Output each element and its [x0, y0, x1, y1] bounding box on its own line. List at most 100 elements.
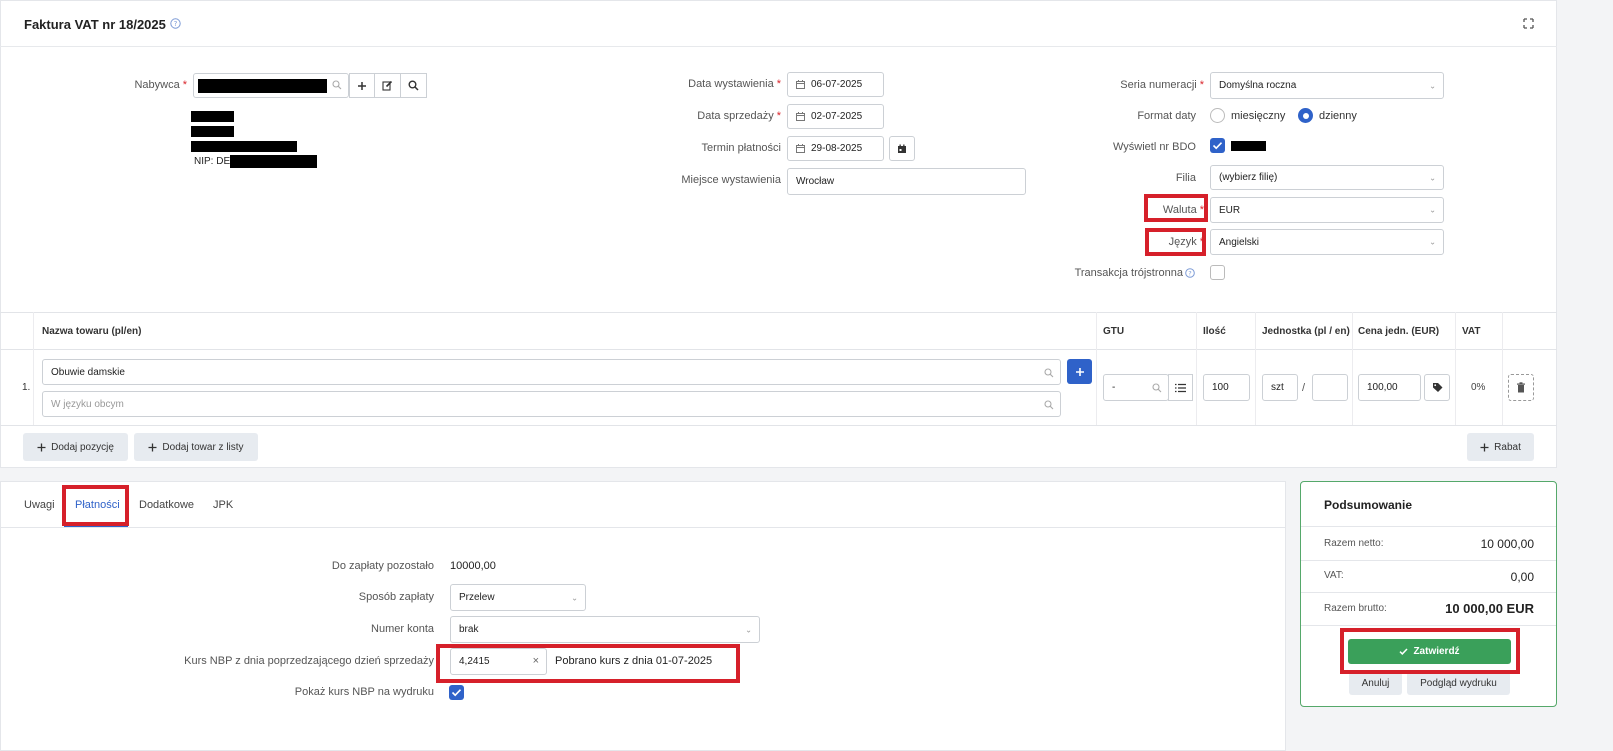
issue-date-label: Data wystawienia * — [688, 78, 781, 90]
svg-text:?: ? — [1188, 269, 1191, 277]
language-highlight — [1145, 228, 1206, 256]
help-icon[interactable]: ? — [170, 18, 181, 29]
tabs-divider — [0, 527, 1286, 528]
sale-date-input[interactable]: 02-07-2025 — [787, 104, 884, 129]
radio-monthly-label: miesięczny — [1231, 110, 1286, 122]
row-index: 1. — [22, 382, 31, 393]
currency-select[interactable]: EUR ⌄ — [1210, 197, 1444, 223]
edit-icon — [382, 80, 393, 91]
buyer-nip: NIP: DE — [194, 156, 231, 167]
discount-button[interactable]: Rabat — [1467, 433, 1534, 461]
tag-icon — [1432, 383, 1442, 392]
col-divider — [1455, 312, 1456, 425]
summary-divider — [1301, 526, 1556, 527]
cancel-button[interactable]: Anuluj — [1349, 672, 1402, 695]
account-number-select[interactable]: brak ⌄ — [450, 616, 760, 643]
branch-select[interactable]: (wybierz filię) ⌄ — [1210, 165, 1444, 190]
chevron-down-icon: ⌄ — [1429, 237, 1436, 247]
issue-place-label: Miejsce wystawienia — [681, 174, 781, 186]
bdo-label: Wyświetl nr BDO — [1112, 141, 1196, 153]
remaining-value: 10000,00 — [450, 560, 496, 572]
add-buyer-button[interactable] — [349, 73, 375, 98]
col-header-gtu: GTU — [1103, 326, 1125, 337]
series-select[interactable]: Domyślna roczna ⌄ — [1210, 72, 1444, 99]
check-icon — [451, 689, 462, 697]
add-position-button[interactable]: Dodaj pozycję — [23, 433, 128, 461]
net-value: 10 000,00 — [1480, 537, 1534, 551]
item-name-input[interactable]: Obuwie damskie — [42, 359, 1061, 385]
gtu-input[interactable]: - — [1103, 374, 1169, 401]
svg-text:?: ? — [174, 20, 178, 28]
table-divider-bottom — [0, 425, 1557, 426]
item-foreign-name-input[interactable]: W języku obcym — [42, 391, 1061, 417]
bdo-number-redacted — [1231, 141, 1266, 151]
radio-monthly[interactable] — [1210, 108, 1225, 123]
buyer-input[interactable] — [193, 73, 349, 98]
page-title: Faktura VAT nr 18/2025 — [24, 17, 166, 32]
net-label: Razem netto: — [1324, 538, 1384, 549]
tab-jpk[interactable]: JPK — [213, 499, 233, 511]
tab-additional[interactable]: Dodatkowe — [139, 499, 194, 511]
language-select[interactable]: Angielski ⌄ — [1210, 229, 1444, 255]
radio-daily[interactable] — [1298, 108, 1313, 123]
plus-icon — [358, 81, 366, 90]
date-format-label: Format daty — [1137, 110, 1196, 122]
confirm-highlight — [1340, 628, 1520, 674]
search-buyer-button[interactable] — [400, 73, 427, 98]
due-date-input[interactable]: 29-08-2025 — [787, 136, 884, 161]
summary-divider — [1301, 625, 1556, 626]
col-header-unit: Jednostka (pl / en) — [1262, 326, 1350, 337]
due-date-label: Termin płatności — [701, 142, 781, 154]
due-date-picker-button[interactable] — [889, 136, 915, 161]
vat-total-value: 0,00 — [1510, 570, 1534, 584]
header-divider — [0, 46, 1557, 47]
list-icon — [1175, 383, 1186, 392]
series-label: Seria numeracji * — [1120, 79, 1204, 91]
search-icon — [408, 80, 419, 91]
issue-date-input[interactable]: 06-07-2025 — [787, 72, 884, 97]
chevron-down-icon: ⌄ — [1429, 173, 1436, 182]
price-tag-button[interactable] — [1424, 374, 1450, 401]
vat-value: 0% — [1471, 382, 1486, 393]
trash-icon — [1517, 382, 1525, 393]
gross-value: 10 000,00 EUR — [1445, 601, 1534, 616]
add-from-list-button[interactable]: Dodaj towar z listy — [134, 433, 258, 461]
col-header-qty: Ilość — [1203, 326, 1226, 337]
print-preview-button[interactable]: Podgląd wydruku — [1407, 672, 1510, 695]
delete-row-button[interactable] — [1508, 374, 1534, 401]
help-icon[interactable]: ? — [1185, 268, 1195, 278]
gtu-list-button[interactable] — [1168, 374, 1193, 401]
col-divider — [33, 312, 34, 425]
unit-price-input[interactable]: 100,00 — [1358, 374, 1421, 401]
search-icon — [332, 80, 342, 90]
triangular-checkbox[interactable] — [1210, 265, 1225, 280]
col-divider — [1096, 312, 1097, 425]
unit-separator: / — [1302, 382, 1306, 394]
gross-label: Razem brutto: — [1324, 603, 1387, 614]
search-icon — [1044, 400, 1054, 410]
col-divider — [1196, 312, 1197, 425]
buyer-address-line-3 — [191, 141, 297, 152]
unit-input[interactable]: szt — [1262, 374, 1298, 401]
bdo-checkbox[interactable] — [1210, 138, 1225, 153]
quantity-input[interactable]: 100 — [1203, 374, 1250, 401]
remaining-label: Do zapłaty pozostało — [331, 560, 434, 572]
tab-notes[interactable]: Uwagi — [24, 499, 55, 511]
payments-tab-highlight — [62, 485, 129, 526]
search-icon — [1152, 383, 1162, 393]
buyer-address-line-1 — [191, 111, 234, 122]
col-header-vat: VAT — [1462, 326, 1481, 337]
plus-icon — [1480, 443, 1489, 451]
unit-foreign-input[interactable] — [1312, 374, 1348, 401]
issue-place-input[interactable]: Wrocław — [787, 168, 1026, 195]
calendar-icon — [796, 144, 805, 153]
payment-method-select[interactable]: Przelew ⌄ — [450, 584, 586, 611]
plus-icon — [37, 443, 46, 451]
search-icon — [1044, 368, 1054, 378]
show-rate-checkbox[interactable] — [449, 685, 464, 700]
add-item-button[interactable] — [1067, 359, 1092, 384]
expand-icon[interactable] — [1523, 18, 1534, 29]
buyer-name-redacted — [198, 79, 327, 93]
col-divider — [1352, 312, 1353, 425]
edit-buyer-button[interactable] — [374, 73, 401, 98]
